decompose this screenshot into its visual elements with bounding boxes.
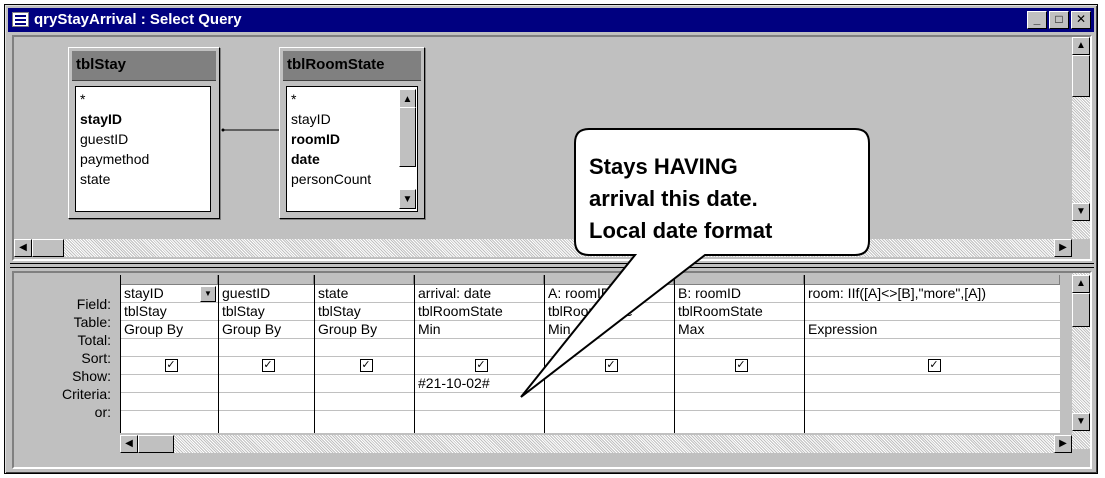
callout-text: Stays HAVING arrival this date. Local da… — [589, 151, 869, 247]
query-window: qryStayArrival : Select Query _ □ ✕ tblS… — [4, 4, 1098, 474]
callout-line: Local date format — [589, 218, 773, 243]
callout-line: Stays HAVING — [589, 154, 738, 179]
callout-line: arrival this date. — [589, 186, 758, 211]
callout-balloon — [520, 128, 870, 398]
